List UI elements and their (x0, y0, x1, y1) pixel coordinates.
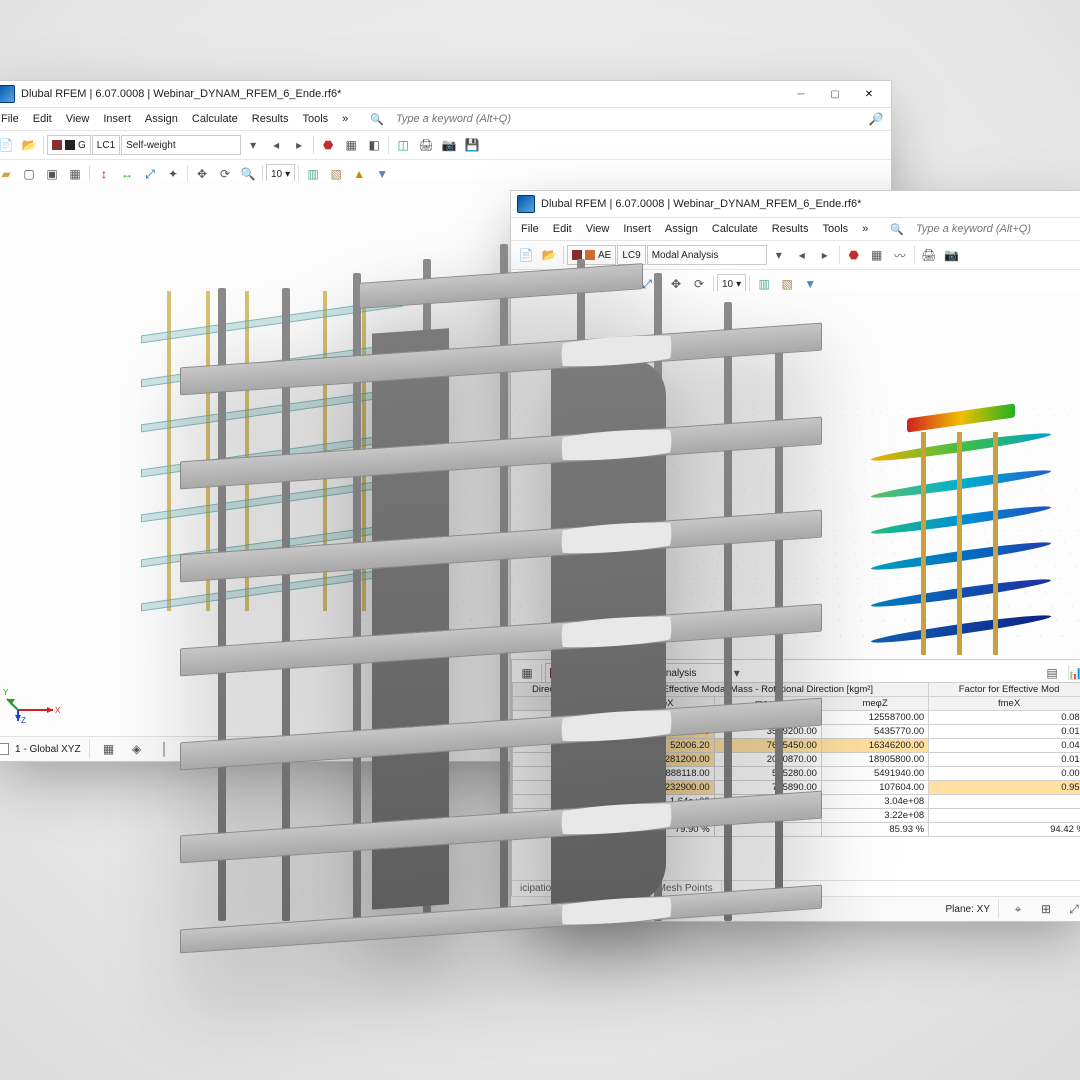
lc-code-chip[interactable]: LC1 (92, 135, 120, 155)
cube-icon[interactable]: ◫ (392, 134, 414, 156)
menu-assign[interactable]: Assign (139, 111, 184, 127)
cs-swatch (0, 743, 9, 755)
prev-lc-icon[interactable]: ◂ (265, 134, 287, 156)
window-controls-1: ─ ▢ ✕ (785, 85, 885, 103)
table-cell: 5491940.00 (821, 767, 928, 781)
print-icon[interactable]: 🖨 (918, 244, 940, 266)
status-plane: Plane: XY (946, 904, 990, 915)
lc-name-input[interactable]: Self-weight (121, 135, 241, 155)
table-cell (929, 795, 1080, 809)
menu-edit[interactable]: Edit (27, 111, 58, 127)
svg-text:Z: Z (21, 716, 26, 725)
menu-more[interactable]: » (336, 111, 354, 127)
table-cell: 0.955 (929, 781, 1080, 795)
table-cell: 3.04e+08 (821, 795, 928, 809)
maximize-button[interactable]: ▢ (819, 85, 851, 103)
window-title-2: Dlubal RFEM | 6.07.0008 | Webinar_DYNAM_… (541, 198, 1080, 210)
menu-insert[interactable]: Insert (97, 111, 137, 127)
table-cell: 5435770.00 (821, 725, 928, 739)
new-file-icon[interactable]: 📄 (0, 134, 17, 156)
snap-grid-icon[interactable]: ▦ (98, 738, 120, 760)
menu-view[interactable]: View (60, 111, 96, 127)
keyword-search[interactable]: 🔍 (364, 111, 518, 128)
close-button[interactable]: ✕ (853, 85, 885, 103)
results-toggle-icon[interactable]: ⬣ (317, 134, 339, 156)
th-factor: Factor for Effective Mod (929, 683, 1080, 697)
menu-tools[interactable]: Tools (296, 111, 334, 127)
app-icon (0, 85, 15, 103)
svg-text:X: X (55, 706, 61, 715)
table-cell: 0.085 (929, 711, 1080, 725)
zoom-all-icon[interactable]: ⤢ (1063, 898, 1080, 920)
status-cs: 1 - Global XYZ (15, 744, 81, 755)
search-end-icon[interactable]: 🔎 (865, 108, 887, 130)
axes-gizmo: X Y Z (3, 665, 63, 725)
magnet-icon[interactable]: ⌖ (1007, 898, 1029, 920)
table-cell: 12558700.00 (821, 711, 928, 725)
menu-results[interactable]: Results (246, 111, 295, 127)
results-toggle-icon[interactable]: ⬣ (843, 244, 865, 266)
table-cell: 0.015 (929, 725, 1080, 739)
next-lc-icon[interactable]: ▸ (288, 134, 310, 156)
titlebar-2: Dlubal RFEM | 6.07.0008 | Webinar_DYNAM_… (511, 191, 1080, 218)
keyword-search-2[interactable]: 🔍 (884, 221, 1038, 238)
search-icon: 🔍 (884, 221, 910, 238)
toolbar-1a: 📄 📂 G LC1 Self-weight ▾ ◂ ▸ ⬣ ▦ ◧ ◫ 🖨 📷 … (0, 131, 891, 160)
ortho-icon[interactable]: ⊞ (1035, 898, 1057, 920)
display-icon[interactable]: ◧ (363, 134, 385, 156)
iso-icon[interactable]: ▦ (340, 134, 362, 156)
table-cell: 0.015 (929, 753, 1080, 767)
search-input-2[interactable] (914, 222, 1038, 236)
chevron-down-icon[interactable]: ▾ (242, 134, 264, 156)
table-cell: 94.42 % (929, 823, 1080, 837)
th-mephiz: meφZ (821, 697, 928, 711)
menu-tools[interactable]: Tools (816, 221, 854, 237)
minimize-button[interactable]: ─ (785, 85, 817, 103)
search-input[interactable] (394, 112, 518, 126)
print-icon[interactable]: 🖨 (415, 134, 437, 156)
modal-result-model (871, 411, 1051, 671)
save-icon[interactable]: 💾 (461, 134, 483, 156)
table-cell: 0.005 (929, 767, 1080, 781)
th-fmex: fmeX (929, 697, 1080, 711)
window-title-1: Dlubal RFEM | 6.07.0008 | Webinar_DYNAM_… (21, 88, 779, 100)
filter-icon[interactable]: ▤ (1041, 662, 1063, 684)
snap-obj-icon[interactable]: ◈ (126, 738, 148, 760)
snap-line-icon[interactable]: │ (154, 738, 176, 760)
menubar-1: File Edit View Insert Assign Calculate R… (0, 108, 891, 131)
chart-icon[interactable]: 📊 (1064, 662, 1080, 684)
camera-icon[interactable]: 📷 (941, 244, 963, 266)
table-cell (929, 809, 1080, 823)
iso-icon[interactable]: ▦ (866, 244, 888, 266)
table-cell: 85.93 % (821, 823, 928, 837)
svg-text:Y: Y (3, 688, 9, 697)
titlebar-1: Dlubal RFEM | 6.07.0008 | Webinar_DYNAM_… (0, 81, 891, 108)
menu-file[interactable]: File (0, 111, 25, 127)
table-cell: 18905800.00 (821, 753, 928, 767)
menu-more[interactable]: » (856, 221, 874, 237)
menu-calculate[interactable]: Calculate (186, 111, 244, 127)
deform-icon[interactable]: 〰 (889, 244, 911, 266)
table-cell: 0.040 (929, 739, 1080, 753)
app-icon (517, 195, 535, 213)
table-cell: 16346200.00 (821, 739, 928, 753)
open-file-icon[interactable]: 📂 (18, 134, 40, 156)
lc-category-chip[interactable]: G (47, 135, 91, 155)
hero-building-render (180, 230, 820, 950)
table-cell: 3.22e+08 (821, 809, 928, 823)
search-icon: 🔍 (364, 111, 390, 128)
camera-icon[interactable]: 📷 (438, 134, 460, 156)
table-cell: 107604.00 (821, 781, 928, 795)
